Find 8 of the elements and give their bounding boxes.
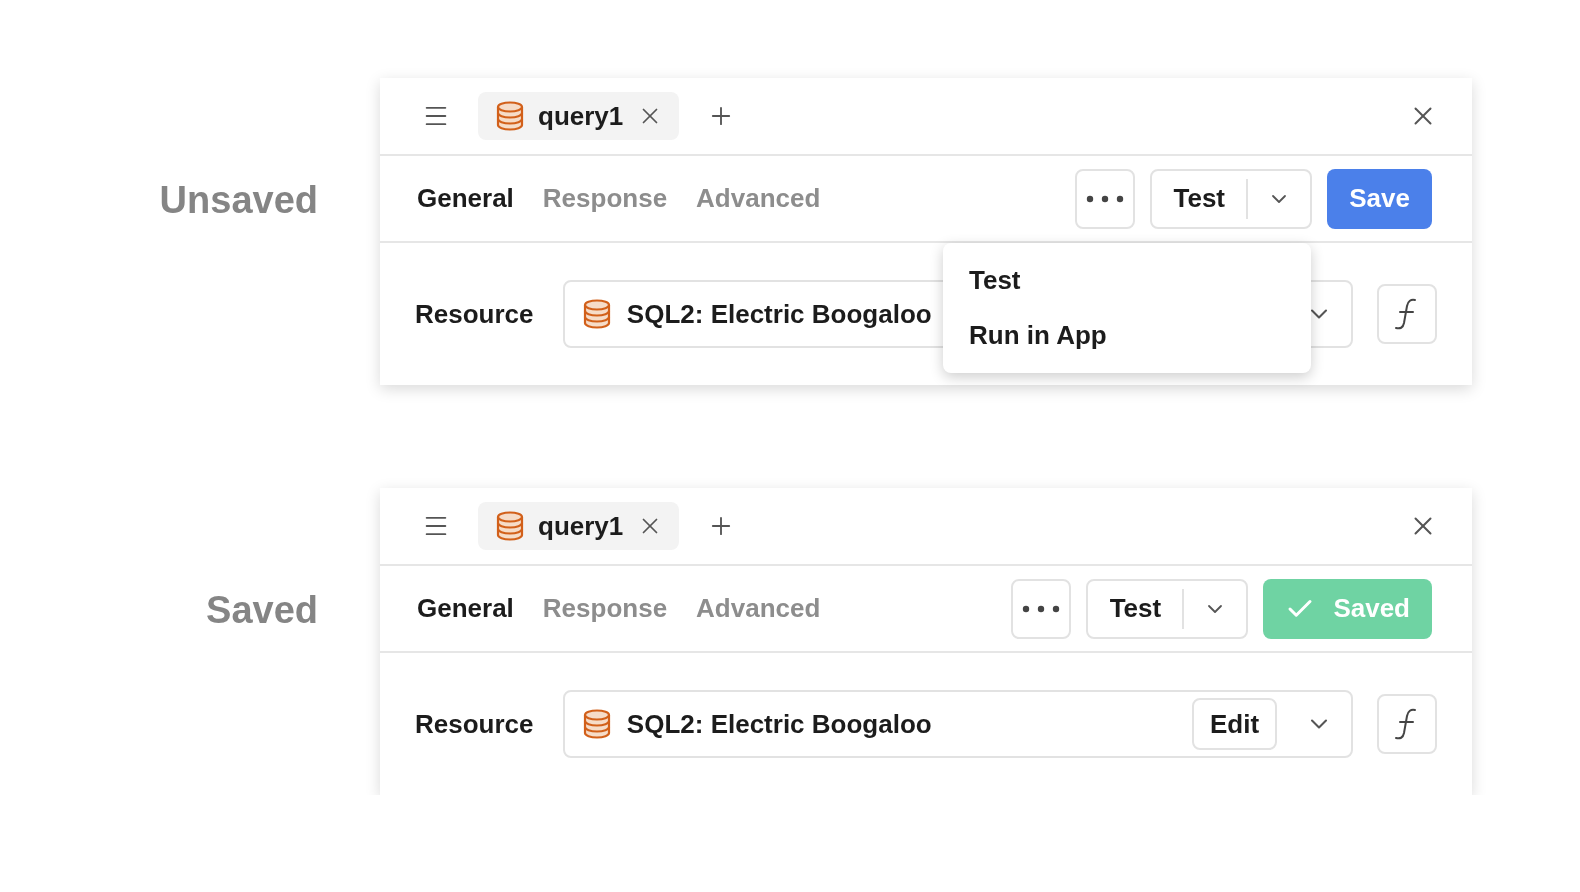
resource-value: SQL2: Electric Boogaloo xyxy=(626,708,933,740)
resource-label: Resource xyxy=(415,298,535,330)
state-label: Saved xyxy=(205,588,318,632)
state-label: Unsaved xyxy=(158,178,318,222)
tab-label: query1 xyxy=(538,100,624,132)
resource-label: Resource xyxy=(415,708,535,740)
tab-label: query1 xyxy=(538,510,624,542)
resource-value: SQL2: Electric Boogaloo xyxy=(626,298,933,330)
